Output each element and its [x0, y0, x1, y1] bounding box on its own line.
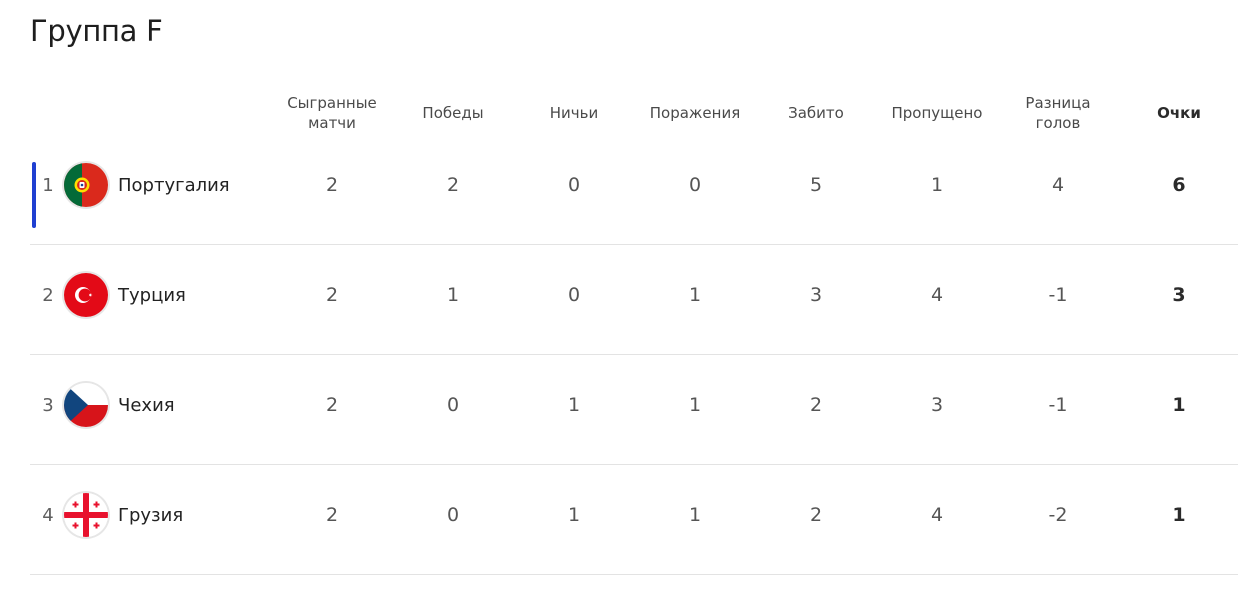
wins-value: 2: [446, 174, 460, 196]
position: 2: [42, 284, 54, 306]
draws-value: 0: [567, 174, 581, 196]
goal-diff-value: 4: [1051, 174, 1065, 196]
played-value: 2: [325, 174, 339, 196]
points-value: 1: [1172, 394, 1186, 416]
header-conceded: Пропущено: [891, 104, 983, 122]
goal-diff-value: -1: [1048, 394, 1068, 416]
team-name[interactable]: Португалия: [118, 135, 230, 235]
georgia-flag-icon: [64, 493, 108, 537]
goal-diff-value: -2: [1048, 504, 1068, 526]
conceded-value: 3: [930, 394, 944, 416]
goal-diff-value: -1: [1048, 284, 1068, 306]
conceded-value: 4: [930, 284, 944, 306]
portugal-flag-icon: [64, 163, 108, 207]
conceded-value: 4: [930, 504, 944, 526]
points-value: 3: [1172, 284, 1186, 306]
header-points: Очки: [1157, 104, 1201, 122]
turkey-flag-icon: [64, 273, 108, 317]
draws-value: 1: [567, 504, 581, 526]
draws-value: 1: [567, 394, 581, 416]
team-name[interactable]: Чехия: [118, 355, 175, 455]
losses-value: 1: [688, 394, 702, 416]
losses-value: 0: [688, 174, 702, 196]
header-draws: Ничьи: [549, 104, 599, 122]
header-scored: Забито: [788, 104, 844, 122]
table-row[interactable]: 1 Португалия 2 2 0 0 5 1 4 6: [30, 135, 1238, 245]
losses-value: 1: [688, 284, 702, 306]
draws-value: 0: [567, 284, 581, 306]
wins-value: 0: [446, 504, 460, 526]
points-value: 6: [1172, 174, 1186, 196]
scored-value: 3: [809, 284, 823, 306]
team-name[interactable]: Грузия: [118, 465, 183, 565]
leader-marker: [32, 162, 36, 228]
header-wins: Победы: [422, 104, 484, 122]
team-name[interactable]: Турция: [118, 245, 186, 345]
header-played: Сыгранные матчи: [287, 94, 377, 132]
position: 4: [42, 504, 54, 526]
scored-value: 2: [809, 504, 823, 526]
points-value: 1: [1172, 504, 1186, 526]
table-row[interactable]: 3 Чехия 2 0 1 1 2 3 -1 1: [30, 355, 1238, 465]
table-row[interactable]: 4 Грузия 2 0 1 1 2 4 -2 1: [30, 465, 1238, 575]
header-losses: Поражения: [649, 104, 741, 122]
scored-value: 5: [809, 174, 823, 196]
row-divider: [30, 574, 1238, 575]
played-value: 2: [325, 504, 339, 526]
scored-value: 2: [809, 394, 823, 416]
conceded-value: 1: [930, 174, 944, 196]
czechia-flag-icon: [64, 383, 108, 427]
table-row[interactable]: 2 Турция 2 1 0 1 3 4 -1 3: [30, 245, 1238, 355]
played-value: 2: [325, 394, 339, 416]
position: 3: [42, 394, 54, 416]
header-goal-diff: Разница голов: [1025, 94, 1091, 132]
played-value: 2: [325, 284, 339, 306]
wins-value: 0: [446, 394, 460, 416]
wins-value: 1: [446, 284, 460, 306]
position: 1: [42, 174, 54, 196]
group-title: Группа F: [30, 14, 163, 48]
losses-value: 1: [688, 504, 702, 526]
